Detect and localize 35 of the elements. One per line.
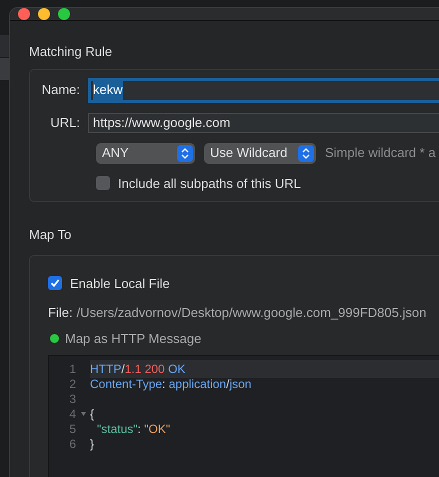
fold-caret-icon <box>80 412 86 416</box>
dropdown-select[interactable]: ANY <box>96 142 195 164</box>
line-number: 6 <box>68 436 76 452</box>
line-number: 2 <box>68 376 76 392</box>
code-line: "status": "OK" <box>96 420 170 438</box>
field-value: kekw <box>93 80 123 100</box>
checkbox[interactable] <box>96 176 110 190</box>
checkmark-icon <box>50 278 60 288</box>
file-path: /Users/zadvornov/Desktop/www.google.com_999FD805.json <box>76 304 426 322</box>
chevron-updown-icon <box>177 144 193 162</box>
code-line: } <box>90 436 94 452</box>
checkbox-label: Enable Local File <box>70 274 170 292</box>
line-number: 5 <box>68 420 76 438</box>
field-label: URL: <box>49 114 81 132</box>
close-button[interactable] <box>18 8 30 20</box>
status-label: Map as HTTP Message <box>65 330 202 348</box>
line-number: 4 <box>68 406 76 422</box>
code-line: Content-Type: application/json <box>90 376 252 392</box>
code-editor[interactable]: 1 HTTP/1.1 200 OK 2 Content-Type: application/json 3 4 { 5 "status": "OK" 6 } <box>48 355 439 477</box>
chevron-updown-icon <box>298 144 314 162</box>
section-title: Matching Rule <box>29 43 114 61</box>
checkbox[interactable] <box>48 276 62 290</box>
file-label: File: <box>48 304 73 322</box>
zoom-button[interactable] <box>58 8 70 20</box>
section-title: Map To <box>29 226 72 244</box>
code-line: { <box>90 406 94 422</box>
checkbox-label: Include all subpaths of this URL <box>118 174 301 193</box>
line-number: 1 <box>68 360 76 378</box>
hint-text: Simple wildcard * a <box>325 144 436 162</box>
dropdown-select[interactable]: Use Wildcard <box>204 142 316 164</box>
url-field[interactable]: https://www.google.com <box>88 112 439 132</box>
line-number: 3 <box>68 390 76 408</box>
minimize-button[interactable] <box>38 8 50 20</box>
name-field[interactable]: kekw <box>88 78 439 102</box>
field-label: Name: <box>40 81 81 100</box>
